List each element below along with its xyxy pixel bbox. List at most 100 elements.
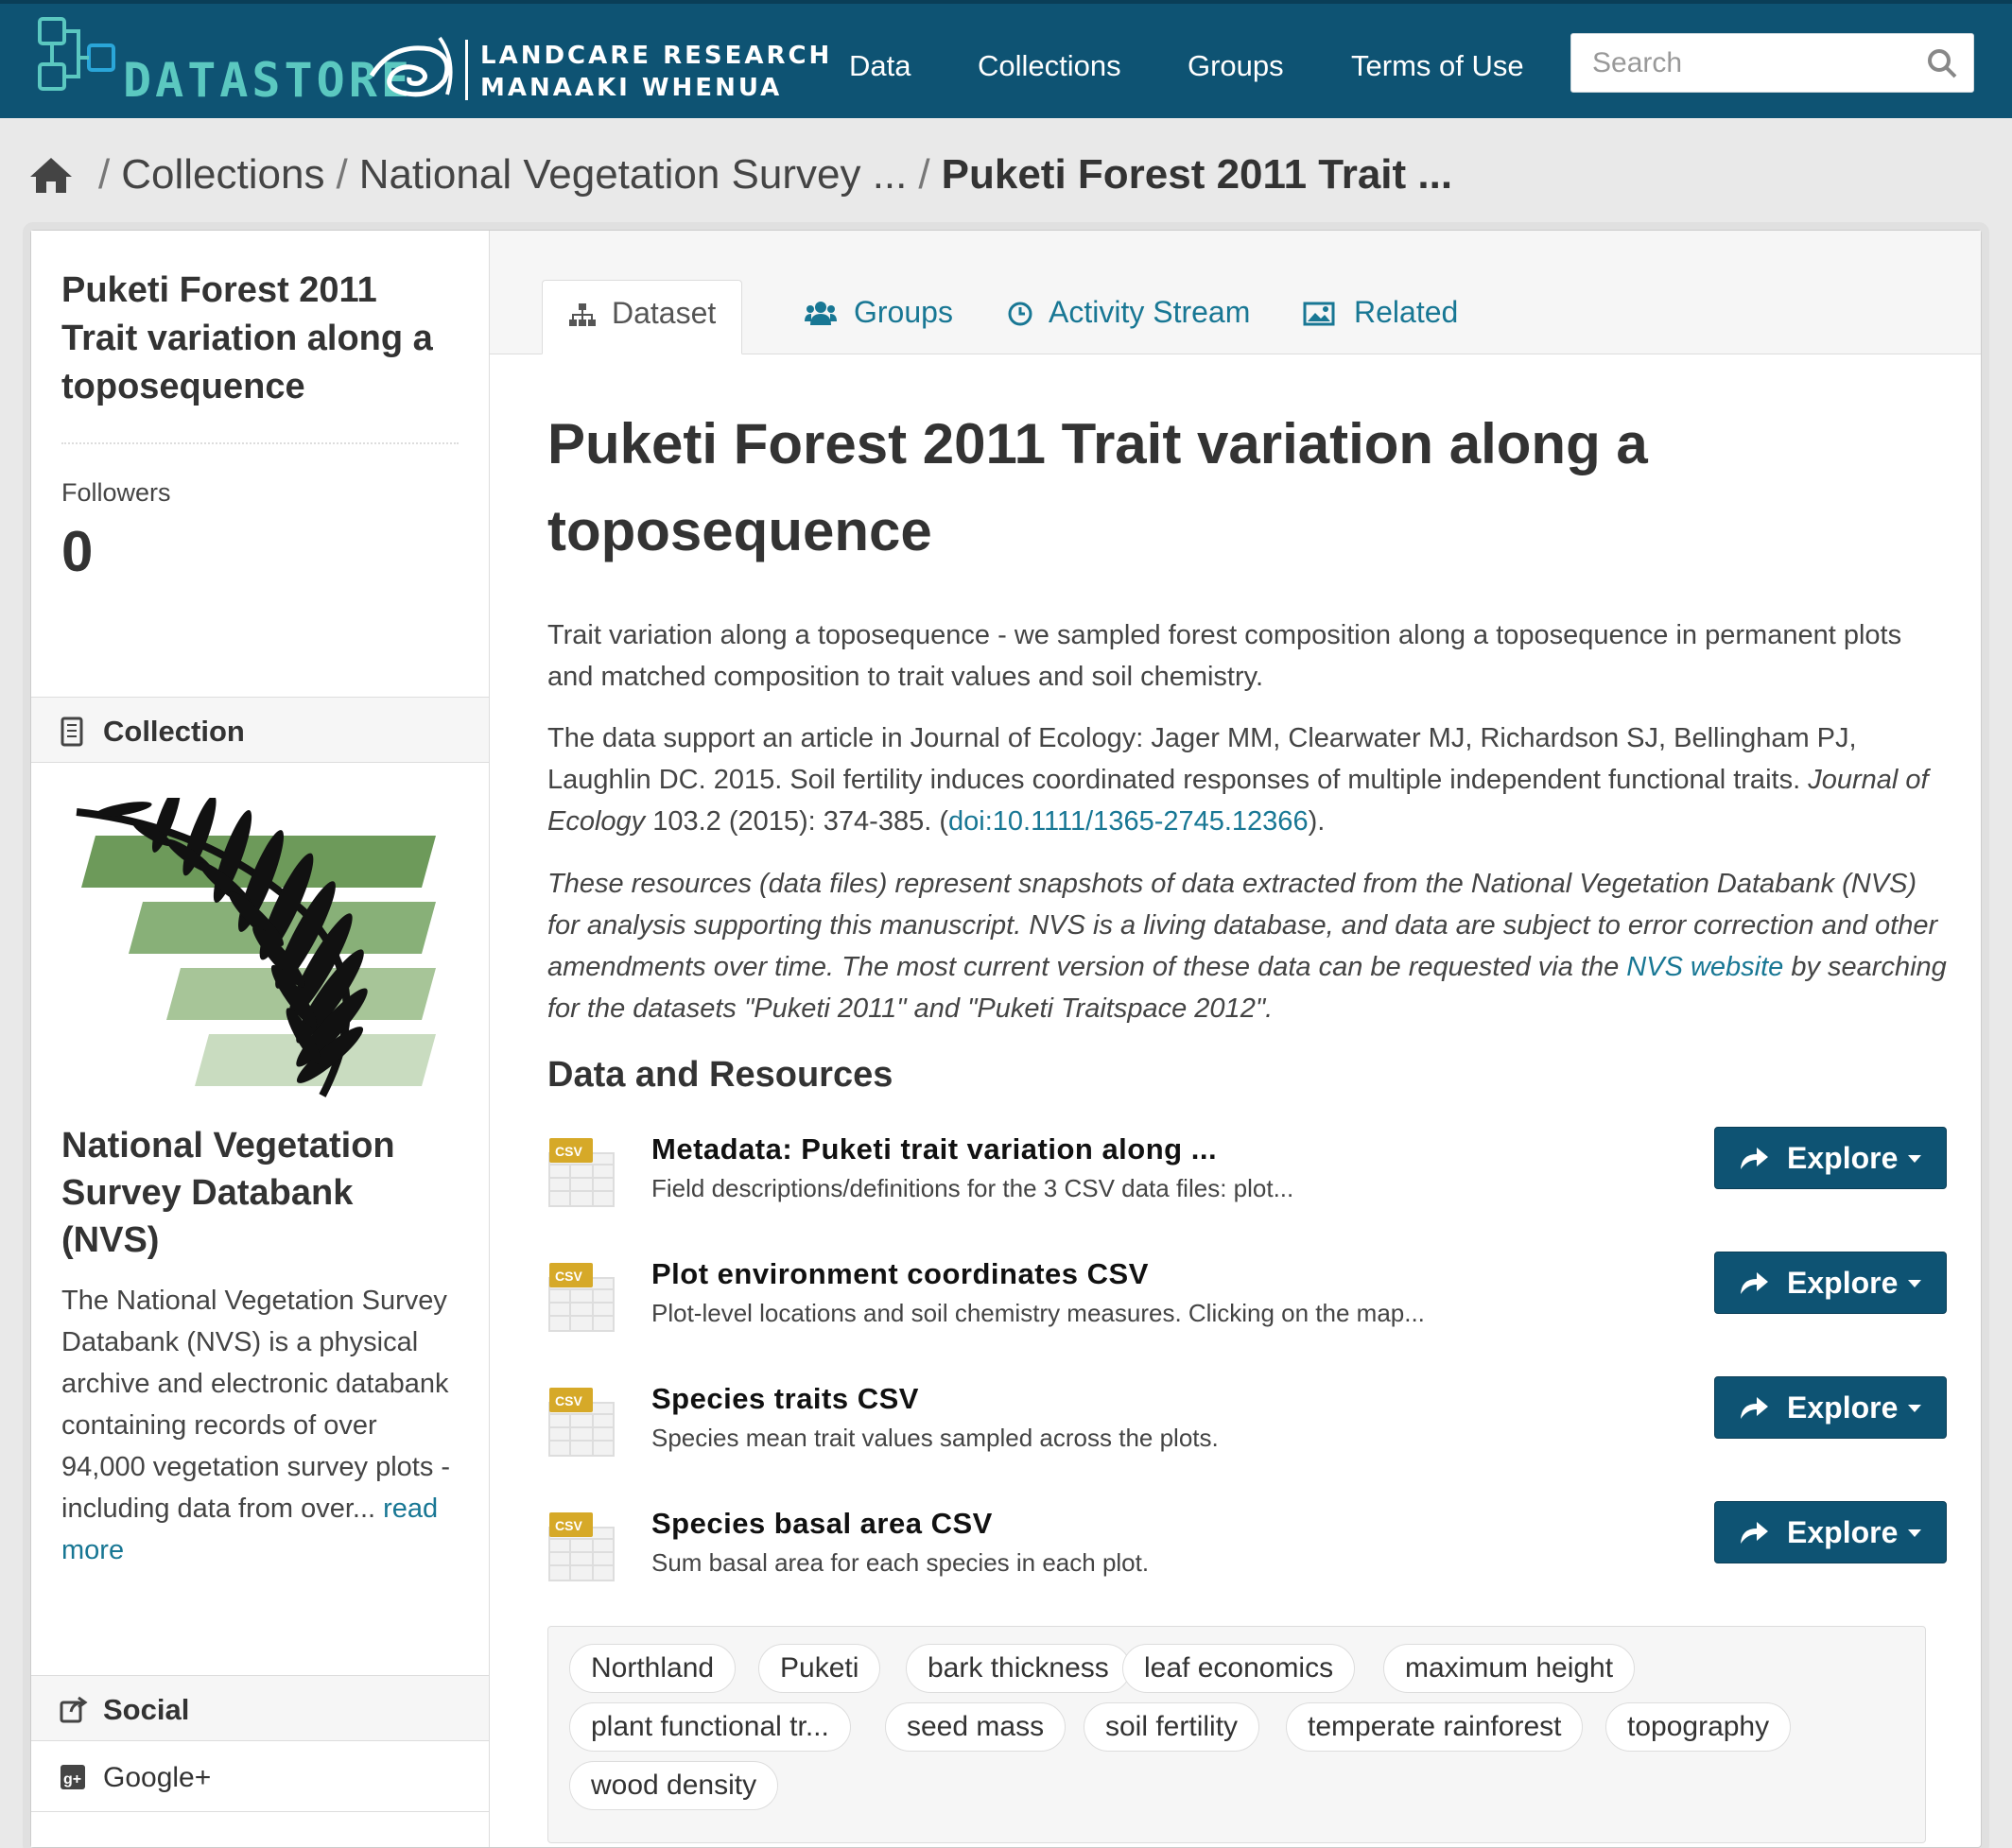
tag[interactable]: temperate rainforest [1286, 1702, 1584, 1752]
dataset-content: Dataset Groups Activity Stream Related P… [490, 231, 1981, 1847]
search-input[interactable] [1571, 34, 1953, 92]
tag[interactable]: Puketi [758, 1644, 881, 1693]
nvs-fern-logo[interactable] [67, 798, 464, 1100]
picture-icon [1303, 302, 1335, 326]
collection-description-text: The National Vegetation Survey Databank … [61, 1286, 451, 1524]
breadcrumb-collection[interactable]: National Vegetation Survey ... [359, 151, 908, 198]
tag[interactable]: Northland [569, 1644, 737, 1693]
breadcrumb-collections[interactable]: Collections [121, 151, 324, 198]
social-heading: Social [31, 1675, 489, 1741]
tag[interactable]: bark thickness [906, 1644, 1131, 1693]
tab-groups-label: Groups [854, 295, 953, 329]
breadcrumb-separator: / [918, 151, 930, 198]
csv-file-icon: CSV [548, 1388, 615, 1457]
tag[interactable]: soil fertility [1084, 1702, 1260, 1752]
collection-heading-label: Collection [103, 715, 245, 748]
nav-terms-of-use[interactable]: Terms of Use [1351, 49, 1524, 83]
nav-data[interactable]: Data [849, 49, 911, 83]
collection-title[interactable]: National Vegetation Survey Databank (NVS… [61, 1122, 459, 1264]
tag[interactable]: maximum height [1383, 1644, 1636, 1693]
caret-down-icon [1908, 1280, 1921, 1287]
doi-link[interactable]: doi:10.1111/1365-2745.12366 [948, 806, 1309, 837]
sidebar: Puketi Forest 2011 Trait variation along… [31, 231, 490, 1847]
caret-down-icon [1908, 1155, 1921, 1163]
resource-title[interactable]: Species traits CSV [651, 1382, 919, 1416]
tag[interactable]: wood density [569, 1761, 779, 1810]
followers-label: Followers [61, 478, 171, 507]
network-icon [38, 17, 115, 91]
org-name-line1: LANDCARE RESEARCH [480, 42, 833, 70]
csv-file-icon: CSV [548, 1512, 615, 1581]
csv-format-label: CSV [555, 1393, 582, 1408]
resource-item[interactable]: CSV Plot environment coordinates CSV Plo… [547, 1252, 1947, 1361]
share-arrow-icon [1741, 1148, 1768, 1169]
breadcrumb-separator: / [336, 151, 348, 198]
google-plus-label: Google+ [103, 1762, 212, 1793]
breadcrumb-current[interactable]: Puketi Forest 2011 Trait ... [942, 151, 1452, 198]
citation-paragraph: The data support an article in Journal o… [547, 717, 1947, 842]
tab-groups[interactable]: Groups [805, 280, 965, 354]
top-navbar: DATASTORE LANDCARE RESEARCH MANAAKI WHEN… [0, 0, 2012, 118]
logo-divider [465, 40, 468, 100]
nav-groups[interactable]: Groups [1188, 49, 1284, 83]
resource-item[interactable]: CSV Metadata: Puketi trait variation alo… [547, 1127, 1947, 1236]
home-icon[interactable] [28, 155, 74, 195]
share-arrow-icon [1741, 1272, 1768, 1294]
resources-heading: Data and Resources [547, 1055, 893, 1095]
share-arrow-icon [1741, 1522, 1768, 1544]
resource-item[interactable]: CSV Species traits CSV Species mean trai… [547, 1376, 1947, 1486]
explore-label: Explore [1787, 1515, 1899, 1549]
sitemap-icon [569, 303, 596, 326]
tag[interactable]: topography [1605, 1702, 1792, 1752]
tab-dataset-label: Dataset [612, 296, 717, 330]
citation-text: The data support an article in Journal o… [547, 723, 1857, 795]
explore-label: Explore [1787, 1141, 1899, 1175]
explore-button[interactable]: Explore [1714, 1252, 1947, 1314]
csv-format-label: CSV [555, 1518, 582, 1533]
explore-button[interactable]: Explore [1714, 1127, 1947, 1189]
tag-list: Northland Puketi bark thickness leaf eco… [547, 1626, 1926, 1843]
clock-icon [1008, 302, 1032, 326]
csv-file-icon: CSV [548, 1138, 615, 1207]
resource-title[interactable]: Plot environment coordinates CSV [651, 1257, 1149, 1291]
explore-label: Explore [1787, 1390, 1899, 1425]
share-arrow-icon [1741, 1397, 1768, 1419]
resource-title[interactable]: Species basal area CSV [651, 1507, 993, 1541]
social-heading-label: Social [103, 1693, 190, 1726]
nvs-website-link[interactable]: NVS website [1626, 952, 1783, 982]
tab-bar: Dataset Groups Activity Stream Related [490, 231, 1981, 354]
explore-button[interactable]: Explore [1714, 1376, 1947, 1439]
google-plus-share[interactable]: g+ Google+ [31, 1741, 489, 1812]
sidebar-dataset-title: Puketi Forest 2011 Trait variation along… [61, 270, 433, 406]
csv-file-icon: CSV [548, 1263, 615, 1332]
tag[interactable]: plant functional tr... [569, 1702, 851, 1752]
explore-button[interactable]: Explore [1714, 1501, 1947, 1563]
landcare-emblem-icon [369, 36, 453, 97]
search-box [1570, 33, 1974, 93]
share-box-icon [60, 1696, 88, 1723]
nav-collections[interactable]: Collections [978, 49, 1121, 83]
tab-activity-stream-label: Activity Stream [1049, 295, 1251, 329]
dataset-description: Trait variation along a toposequence - w… [547, 620, 1902, 692]
tab-dataset[interactable]: Dataset [542, 280, 742, 354]
svg-text:g+: g+ [63, 1771, 81, 1788]
breadcrumb-trail: / Collections / National Vegetation Survey … [87, 151, 1452, 199]
resource-title[interactable]: Metadata: Puketi trait variation along .… [651, 1132, 1217, 1166]
tag[interactable]: seed mass [885, 1702, 1067, 1752]
resource-description: Sum basal area for each species in each … [651, 1548, 1150, 1577]
explore-label: Explore [1787, 1266, 1899, 1300]
caret-down-icon [1908, 1405, 1921, 1412]
tag[interactable]: leaf economics [1122, 1644, 1356, 1693]
resource-description: Plot-level locations and soil chemistry … [651, 1299, 1425, 1327]
collection-description: The National Vegetation Survey Databank … [61, 1280, 459, 1571]
search-icon[interactable] [1926, 47, 1958, 79]
tab-related[interactable]: Related [1303, 280, 1473, 354]
caret-down-icon [1908, 1529, 1921, 1537]
resource-item[interactable]: CSV Species basal area CSV Sum basal are… [547, 1501, 1947, 1611]
citation-end: ). [1308, 806, 1326, 837]
tab-activity-stream[interactable]: Activity Stream [1007, 280, 1253, 354]
google-plus-icon: g+ [61, 1765, 85, 1789]
resource-description: Field descriptions/definitions for the 3… [651, 1174, 1294, 1202]
csv-format-label: CSV [555, 1144, 582, 1159]
resource-description: Species mean trait values sampled across… [651, 1424, 1219, 1452]
